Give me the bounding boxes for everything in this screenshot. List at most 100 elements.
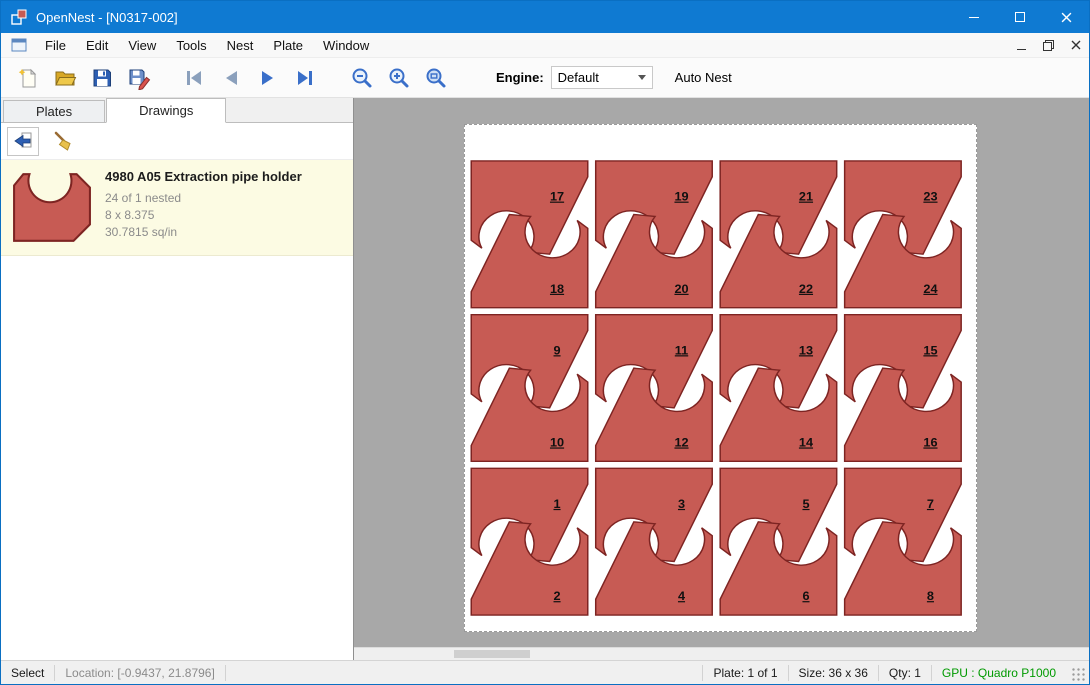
sidebar-tabstrip: Plates Drawings	[1, 98, 353, 123]
menubar: File Edit View Tools Nest Plate Window	[1, 33, 1089, 58]
menu-item-file[interactable]: File	[35, 33, 76, 57]
status-qty: Qty: 1	[879, 665, 931, 681]
minimize-icon	[969, 17, 979, 18]
status-mode: Select	[1, 665, 54, 681]
nest-pair-cell[interactable]: 34	[596, 468, 713, 615]
zoom-in-button[interactable]	[380, 61, 417, 95]
horizontal-scrollbar[interactable]	[354, 647, 1089, 660]
app-window: OpenNest - [N0317-002] File Edit View To…	[0, 0, 1090, 685]
nest-pair-cell[interactable]: 2122	[720, 161, 837, 308]
horizontal-scrollbar-thumb[interactable]	[454, 650, 530, 658]
mdi-close-button[interactable]	[1062, 33, 1089, 57]
mdi-minimize-button[interactable]	[1008, 33, 1035, 57]
nest-pair-cell[interactable]: 1314	[720, 315, 837, 462]
nav-first-button[interactable]	[175, 61, 212, 95]
nest-pair-cell[interactable]: 1112	[596, 315, 713, 462]
close-button[interactable]	[1043, 1, 1089, 33]
drawing-title: 4980 A05 Extraction pipe holder	[105, 169, 302, 184]
nest-part[interactable]	[720, 522, 837, 615]
nest-part[interactable]	[845, 315, 962, 408]
menu-item-view[interactable]: View	[118, 33, 166, 57]
nest-pair-cell[interactable]: 910	[471, 315, 588, 462]
tab-drawings[interactable]: Drawings	[106, 98, 226, 123]
save-button[interactable]	[83, 61, 120, 95]
nav-next-icon	[256, 66, 280, 90]
part-number: 7	[927, 497, 934, 511]
nest-part[interactable]	[720, 468, 837, 561]
nest-pair-cell[interactable]: 1920	[596, 161, 713, 308]
mdi-minimize-icon	[1017, 49, 1026, 50]
engine-select[interactable]: Default	[551, 66, 653, 89]
nest-part[interactable]	[596, 315, 713, 408]
engine-label: Engine:	[496, 70, 544, 85]
part-number: 20	[674, 282, 688, 296]
menu-item-edit[interactable]: Edit	[76, 33, 118, 57]
resize-grip[interactable]	[1072, 668, 1086, 682]
nest-part[interactable]	[720, 315, 837, 408]
import-drawing-button[interactable]	[7, 127, 39, 156]
zoom-fit-button[interactable]	[417, 61, 454, 95]
nest-part[interactable]	[720, 215, 837, 308]
part-number: 3	[678, 497, 685, 511]
nest-part[interactable]	[596, 468, 713, 561]
nav-next-button[interactable]	[249, 61, 286, 95]
new-button[interactable]	[9, 61, 46, 95]
auto-nest-button[interactable]: Auto Nest	[669, 66, 738, 89]
menu-item-window[interactable]: Window	[313, 33, 379, 57]
mdi-close-icon	[1071, 40, 1081, 50]
nest-part[interactable]	[845, 215, 962, 308]
nest-part[interactable]	[596, 368, 713, 461]
menu-item-nest[interactable]: Nest	[217, 33, 264, 57]
part-number: 11	[675, 344, 689, 358]
nest-pair-cell[interactable]: 12	[471, 468, 588, 615]
nest-part[interactable]	[596, 522, 713, 615]
plate[interactable]: 171819202122232491011121314151612345678	[464, 124, 977, 632]
drawing-list-item[interactable]: 4980 A05 Extraction pipe holder 24 of 1 …	[1, 160, 353, 256]
part-number: 13	[799, 344, 813, 358]
sidebar: Plates Drawings	[1, 98, 353, 660]
nest-part[interactable]	[596, 215, 713, 308]
nest-part[interactable]	[720, 161, 837, 254]
nav-last-button[interactable]	[286, 61, 323, 95]
mdi-document-icon[interactable]	[11, 38, 27, 52]
maximize-button[interactable]	[997, 1, 1043, 33]
status-size: Size: 36 x 36	[789, 665, 878, 681]
nest-part[interactable]	[471, 161, 588, 254]
nav-prev-icon	[219, 66, 243, 90]
nest-part[interactable]	[471, 368, 588, 461]
broom-icon	[52, 130, 74, 152]
zoom-out-button[interactable]	[343, 61, 380, 95]
menu-item-tools[interactable]: Tools	[166, 33, 216, 57]
nest-pair-cell[interactable]: 1718	[471, 161, 588, 308]
status-plate: Plate: 1 of 1	[703, 665, 787, 681]
zoom-fit-icon	[424, 66, 448, 90]
nav-prev-button[interactable]	[212, 61, 249, 95]
nest-part[interactable]	[596, 161, 713, 254]
drawing-area: 30.7815 sq/in	[105, 224, 302, 241]
nest-part[interactable]	[845, 468, 962, 561]
part-number: 8	[927, 590, 934, 604]
open-button[interactable]	[46, 61, 83, 95]
nest-part[interactable]	[471, 215, 588, 308]
nest-pair-cell[interactable]: 56	[720, 468, 837, 615]
nest-part[interactable]	[845, 522, 962, 615]
nest-canvas[interactable]: 171819202122232491011121314151612345678	[353, 98, 1089, 660]
nest-part[interactable]	[471, 315, 588, 408]
tab-plates[interactable]: Plates	[3, 100, 105, 122]
nest-part[interactable]	[720, 368, 837, 461]
nest-pair-cell[interactable]: 78	[845, 468, 962, 615]
mdi-restore-button[interactable]	[1035, 33, 1062, 57]
part-number: 6	[802, 590, 809, 604]
save-edit-button[interactable]	[120, 61, 157, 95]
nest-part[interactable]	[471, 522, 588, 615]
nest-part[interactable]	[845, 368, 962, 461]
nest-pair-cell[interactable]: 1516	[845, 315, 962, 462]
nest-part[interactable]	[471, 468, 588, 561]
nest-part[interactable]	[845, 161, 962, 254]
nest-pair-cell[interactable]: 2324	[845, 161, 962, 308]
status-gpu: GPU : Quadro P1000	[932, 665, 1066, 681]
drawing-thumbnail	[9, 167, 95, 248]
menu-item-plate[interactable]: Plate	[263, 33, 313, 57]
minimize-button[interactable]	[951, 1, 997, 33]
clear-drawings-button[interactable]	[47, 127, 79, 156]
